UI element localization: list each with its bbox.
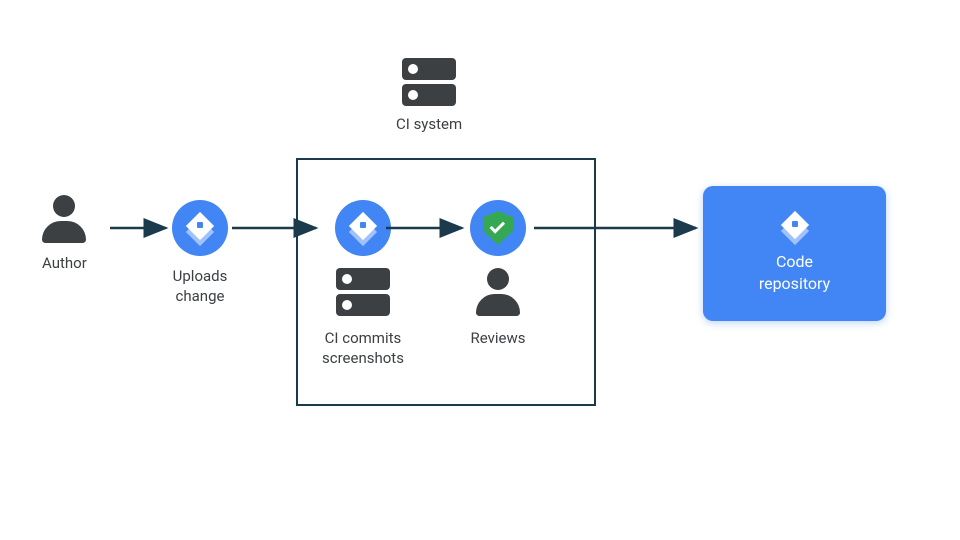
flow-arrows — [0, 0, 960, 540]
